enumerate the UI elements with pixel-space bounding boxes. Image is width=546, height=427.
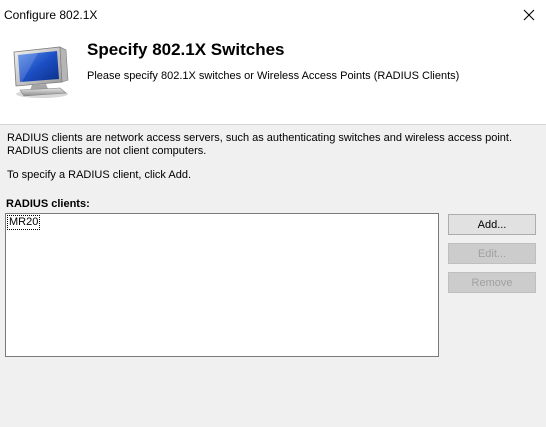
description-line-2: RADIUS clients are not client computers. <box>7 145 207 157</box>
add-button[interactable]: Add... <box>448 214 536 235</box>
header-banner: Specify 802.1X Switches Please specify 8… <box>0 30 546 125</box>
configure-8021x-dialog: Configure 802.1X Specify 802.1X Switches… <box>0 0 546 427</box>
computer-monitor-icon <box>13 46 69 98</box>
radius-clients-list[interactable]: MR20 <box>5 213 439 357</box>
close-button[interactable] <box>512 0 546 30</box>
close-icon <box>523 9 535 21</box>
page-title: Specify 802.1X Switches <box>87 40 285 59</box>
instruction-text: To specify a RADIUS client, click Add. <box>7 169 192 181</box>
title-bar[interactable]: Configure 802.1X <box>0 0 546 30</box>
description-line-1: RADIUS clients are network access server… <box>7 132 512 144</box>
remove-button[interactable]: Remove <box>448 272 536 293</box>
radius-clients-label: RADIUS clients: <box>6 198 90 210</box>
edit-button[interactable]: Edit... <box>448 243 536 264</box>
window-title: Configure 802.1X <box>4 8 98 22</box>
page-subtitle: Please specify 802.1X switches or Wirele… <box>87 70 460 82</box>
list-item[interactable]: MR20 <box>7 215 41 230</box>
description-text: RADIUS clients are network access server… <box>7 132 537 158</box>
